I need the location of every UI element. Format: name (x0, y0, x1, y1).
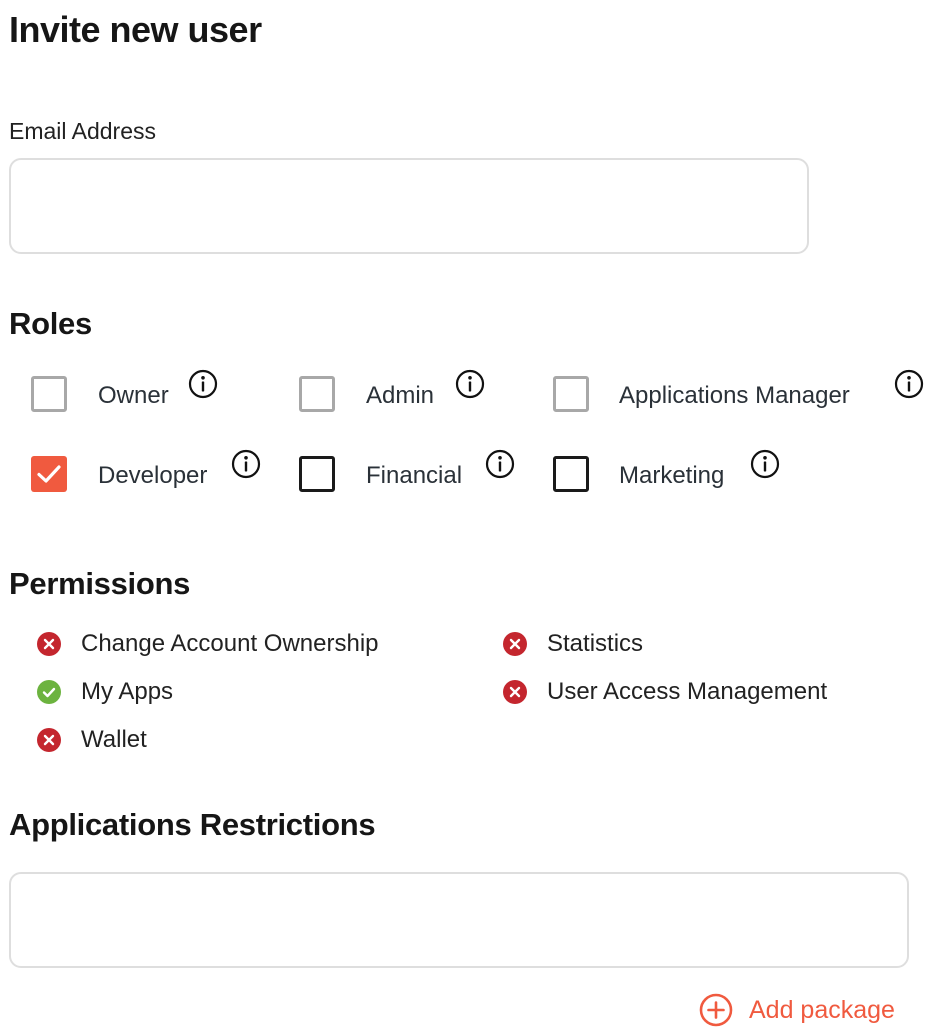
email-field[interactable] (9, 158, 809, 254)
role-label: Admin (366, 382, 435, 409)
role-applications-manager[interactable]: Applications Manager (553, 369, 933, 414)
role-financial[interactable]: Financial (299, 449, 539, 494)
denied-icon (37, 632, 61, 656)
permission-label: My Apps (81, 678, 174, 705)
permission-label: User Access Management (547, 678, 828, 705)
permission-label: Change Account Ownership (81, 630, 379, 657)
email-label: Email Address (9, 118, 157, 144)
add-package-label: Add package (749, 996, 895, 1024)
owner-checkbox[interactable] (31, 376, 67, 412)
permissions-heading: Permissions (9, 566, 191, 601)
permission-statistics: Statistics (503, 630, 903, 660)
denied-icon (37, 728, 61, 752)
invite-user-form: Invite new user Email Address Roles Owne… (0, 0, 936, 1036)
denied-icon (503, 680, 527, 704)
info-icon[interactable] (231, 449, 261, 479)
permission-wallet: Wallet (37, 726, 457, 756)
marketing-checkbox[interactable] (553, 456, 589, 492)
info-icon[interactable] (485, 449, 515, 479)
page-title: Invite new user (9, 9, 262, 50)
permission-user-access-management: User Access Management (503, 678, 903, 708)
add-package-button[interactable]: Add package (699, 993, 909, 1029)
role-admin[interactable]: Admin (299, 369, 519, 414)
role-label: Applications Manager (619, 382, 850, 409)
role-label: Marketing (619, 462, 725, 489)
role-label: Developer (98, 462, 208, 489)
applications-restrictions-field[interactable] (9, 872, 909, 968)
role-label: Financial (366, 462, 463, 489)
permission-label: Wallet (81, 726, 147, 753)
role-developer[interactable]: Developer (31, 449, 271, 494)
info-icon[interactable] (750, 449, 780, 479)
info-icon[interactable] (455, 369, 485, 399)
permission-my-apps: My Apps (37, 678, 457, 708)
info-icon[interactable] (894, 369, 924, 399)
developer-checkbox[interactable] (31, 456, 67, 492)
admin-checkbox[interactable] (299, 376, 335, 412)
checkmark-icon (37, 465, 61, 483)
plus-circle-icon (699, 993, 733, 1027)
role-owner[interactable]: Owner (31, 369, 251, 414)
permission-label: Statistics (547, 630, 644, 657)
role-label: Owner (98, 382, 169, 409)
denied-icon (503, 632, 527, 656)
roles-heading: Roles (9, 306, 92, 341)
info-icon[interactable] (188, 369, 218, 399)
permission-change-account-ownership: Change Account Ownership (37, 630, 457, 660)
granted-icon (37, 680, 61, 704)
financial-checkbox[interactable] (299, 456, 335, 492)
applications-restrictions-heading: Applications Restrictions (9, 807, 376, 842)
role-marketing[interactable]: Marketing (553, 449, 813, 494)
applications-manager-checkbox[interactable] (553, 376, 589, 412)
